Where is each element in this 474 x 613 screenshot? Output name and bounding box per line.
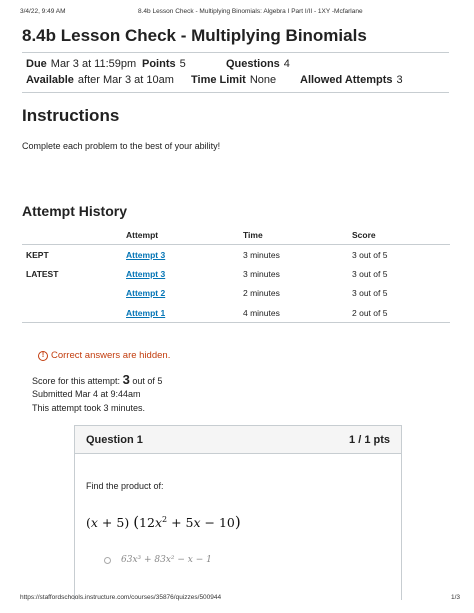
row-tag	[22, 303, 122, 323]
answers-hidden-text: Correct answers are hidden.	[51, 350, 171, 361]
column-header-score: Score	[348, 226, 450, 245]
row-time: 2 minutes	[243, 288, 280, 299]
submitted-time: Submitted Mar 4 at 9:44am	[32, 389, 141, 399]
questions-field: Questions 4	[226, 58, 290, 70]
row-score: 3 out of 5	[352, 288, 388, 299]
print-datetime: 3/4/22, 9:49 AM	[20, 8, 66, 15]
radio-button[interactable]	[104, 556, 111, 564]
question-title: Question 1	[86, 433, 143, 446]
table-row: Attempt 1 4 minutes 2 out of 5	[22, 303, 450, 323]
row-tag: LATEST	[26, 268, 59, 279]
time-limit-field: Time Limit None	[191, 74, 277, 86]
points-field: Points 5	[142, 58, 186, 70]
column-header-attempt: Attempt	[122, 226, 239, 245]
instructions-text: Complete each problem to the best of you…	[22, 141, 221, 151]
row-score: 2 out of 5	[348, 303, 450, 323]
print-url: https://staffordschools.instructure.com/…	[20, 594, 222, 601]
column-header-time: Time	[239, 226, 348, 245]
available-field: Available after Mar 3 at 10am	[26, 74, 174, 86]
attempt-link[interactable]: Attempt 3	[126, 269, 165, 279]
print-doc-title: 8.4b Lesson Check - Multiplying Binomial…	[138, 8, 363, 15]
question-card: Question 1 1 / 1 pts Find the product of…	[74, 425, 402, 600]
print-page-number: 1/3	[450, 594, 460, 601]
table-header-row: Attempt Time Score	[22, 226, 450, 245]
warning-icon: !	[38, 350, 48, 361]
row-time: 4 minutes	[239, 303, 348, 323]
table-row: KEPT Attempt 3 3 minutes 3 out of 5	[22, 245, 450, 265]
answer-option-text: 63x³ + 83x² − x − 1	[121, 555, 212, 565]
row-tag: KEPT	[26, 249, 49, 260]
divider	[22, 52, 449, 53]
row-time: 3 minutes	[243, 249, 280, 260]
question-points: 1 / 1 pts	[349, 433, 390, 446]
page-title: 8.4b Lesson Check - Multiplying Binomial…	[22, 26, 367, 45]
score-value: 3	[122, 372, 130, 387]
row-time: 3 minutes	[243, 268, 280, 279]
attempt-link[interactable]: Attempt 2	[126, 288, 165, 298]
divider	[22, 92, 449, 93]
attempt-link[interactable]: Attempt 3	[126, 250, 165, 260]
answers-hidden-notice: ! Correct answers are hidden.	[38, 350, 170, 361]
attempt-history-table: Attempt Time Score KEPT Attempt 3 3 minu…	[22, 226, 450, 323]
question-header: Question 1 1 / 1 pts	[75, 426, 401, 454]
table-row: LATEST Attempt 3 3 minutes 3 out of 5	[22, 264, 450, 284]
question-expression: (x + 5) (12x2 + 5x − 10)	[86, 513, 241, 531]
due-field: Due Mar 3 at 11:59pm	[26, 58, 137, 70]
attempt-history-heading: Attempt History	[22, 203, 128, 219]
row-score: 3 out of 5	[352, 249, 388, 260]
attempt-link[interactable]: Attempt 1	[126, 308, 165, 318]
row-score: 3 out of 5	[352, 268, 388, 279]
attempt-score: Score for this attempt: 3 out of 5	[32, 372, 163, 387]
question-body: Find the product of: (x + 5) (12x2 + 5x …	[75, 454, 401, 585]
answer-option[interactable]: 63x³ + 83x² − x − 1	[86, 555, 390, 565]
row-tag	[22, 284, 122, 304]
attempt-duration: This attempt took 3 minutes.	[32, 403, 146, 413]
question-prompt: Find the product of:	[86, 481, 164, 491]
column-header-tag	[22, 226, 122, 245]
instructions-heading: Instructions	[22, 106, 120, 125]
table-row: Attempt 2 2 minutes 3 out of 5	[22, 284, 450, 304]
allowed-attempts-field: Allowed Attempts 3	[300, 74, 403, 86]
